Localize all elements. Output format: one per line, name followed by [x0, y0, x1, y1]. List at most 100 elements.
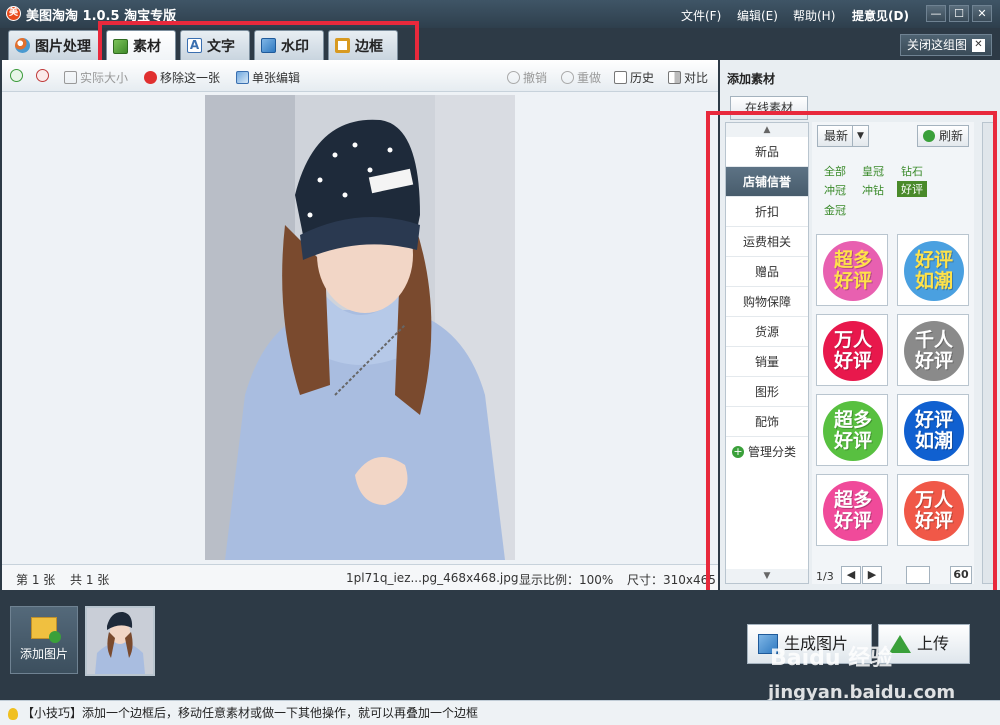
tag-good-review[interactable]: 好评 [897, 181, 927, 197]
category-shape[interactable]: 图形 [726, 377, 808, 407]
refresh-button[interactable]: 刷新 [917, 125, 969, 147]
edit-toolbar: 实际大小 移除这一张 单张编辑 撤销 重做 历史 对比 [2, 60, 718, 92]
category-new[interactable]: 新品 [726, 137, 808, 167]
tag-crown[interactable]: 皇冠 [862, 163, 884, 179]
tag-rush-diamond[interactable]: 冲钻 [862, 182, 884, 198]
watermark-icon [261, 38, 276, 53]
sticker-item[interactable]: 万人 好评 [816, 314, 888, 386]
single-edit-button[interactable]: 单张编辑 [236, 69, 300, 86]
prev-page-button[interactable]: ◀ [841, 566, 861, 584]
tab-bar: 图片处理 素材 A 文字 水印 边框 关闭这组图 ✕ [0, 28, 1000, 61]
tab-material[interactable]: 素材 [106, 30, 176, 61]
menu-edit[interactable]: 编辑(E) [737, 7, 778, 24]
status-index: 第 1 张 [16, 573, 56, 587]
minimize-button[interactable]: — [926, 5, 946, 22]
remove-button[interactable]: 移除这一张 [144, 69, 220, 86]
tag-all[interactable]: 全部 [824, 163, 846, 179]
redo-button[interactable]: 重做 [561, 69, 601, 86]
actual-size-button[interactable]: 实际大小 [64, 69, 128, 86]
remove-icon [144, 71, 157, 84]
panel-title: 添加素材 [727, 72, 776, 86]
sticker-item[interactable]: 千人 好评 [897, 314, 969, 386]
category-gift[interactable]: 赠品 [726, 257, 808, 287]
text-icon: A [187, 38, 202, 53]
panel-scrollbar[interactable] [982, 122, 994, 584]
scroll-up-icon[interactable]: ▲ [726, 123, 808, 137]
sticker-item[interactable]: 万人 好评 [897, 474, 969, 546]
tip-bar: 【小技巧】添加一个边框后，移动任意素材或做一下其他操作，就可以再叠加一个边框 [0, 700, 1000, 725]
status-zoom: 显示比例：100% [519, 573, 614, 587]
sticker-item[interactable]: 超多 好评 [816, 234, 888, 306]
sticker-badge: 好评 如潮 [904, 241, 964, 301]
tab-label: 图片处理 [35, 38, 91, 55]
window-controls: — ☐ ✕ [926, 5, 992, 22]
category-discount[interactable]: 折扣 [726, 197, 808, 227]
tab-label: 素材 [133, 39, 161, 55]
category-guarantee[interactable]: 购物保障 [726, 287, 808, 317]
category-store-credit[interactable]: 店铺信誉 [726, 167, 808, 197]
sticker-item[interactable]: 好评 如潮 [897, 234, 969, 306]
maximize-button[interactable]: ☐ [949, 5, 969, 22]
tab-frame[interactable]: 边框 [328, 30, 398, 60]
upload-label: 上传 [917, 634, 950, 653]
thumbnail-image [87, 608, 153, 674]
refresh-label: 刷新 [938, 129, 963, 143]
category-list: ▲ 新品 店铺信誉 折扣 运费相关 赠品 购物保障 货源 销量 图形 配饰 + … [725, 122, 809, 584]
photo-thumbnail[interactable] [85, 606, 155, 676]
add-photo-label: 添加图片 [19, 647, 68, 661]
status-filename: 1pl71q_iez...pg_468x468.jpg [346, 571, 519, 585]
sticker-badge: 超多 好评 [823, 401, 883, 461]
photo-illustration [205, 95, 515, 560]
undo-button[interactable]: 撤销 [507, 69, 547, 86]
tab-image-processing[interactable]: 图片处理 [8, 30, 100, 60]
tab-text[interactable]: A 文字 [180, 30, 250, 60]
folder-icon [31, 617, 61, 643]
category-source[interactable]: 货源 [726, 317, 808, 347]
actual-size-label: 实际大小 [80, 71, 129, 85]
manage-category-button[interactable]: + 管理分类 [726, 437, 808, 467]
sticker-badge: 万人 好评 [904, 481, 964, 541]
close-button[interactable]: ✕ [972, 5, 992, 22]
tag-gold-crown[interactable]: 金冠 [824, 202, 846, 218]
menu-feedback[interactable]: 提意见(D) [852, 7, 909, 24]
single-edit-label: 单张编辑 [252, 71, 301, 85]
next-page-button[interactable]: ▶ [862, 566, 882, 584]
sticker-item[interactable]: 超多 好评 [816, 394, 888, 466]
tag-rush-crown[interactable]: 冲冠 [824, 182, 846, 198]
status-bar: 第 1 张 共 1 张 1pl71q_iez...pg_468x468.jpg … [2, 564, 718, 590]
manage-category-label: 管理分类 [748, 445, 797, 459]
undo-label: 撤销 [523, 71, 548, 85]
menu-file[interactable]: 文件(F) [681, 7, 721, 24]
compare-button[interactable]: 对比 [668, 69, 708, 86]
tag-diamond[interactable]: 钻石 [901, 163, 923, 179]
close-group-button[interactable]: 关闭这组图 ✕ [899, 34, 992, 56]
image-canvas[interactable] [2, 92, 718, 564]
refresh-icon [923, 130, 935, 142]
category-shipping[interactable]: 运费相关 [726, 227, 808, 257]
sort-label: 最新 [824, 129, 849, 143]
category-accessory[interactable]: 配饰 [726, 407, 808, 437]
zoom-in-icon [10, 69, 23, 82]
chevron-left-icon: ◀ [846, 568, 856, 581]
zoom-out-button[interactable] [36, 69, 49, 82]
page-input[interactable] [906, 566, 930, 584]
sticker-item[interactable]: 好评 如潮 [897, 394, 969, 466]
scroll-down-icon[interactable]: ▼ [726, 569, 808, 583]
title-bar: 美 美图淘淘 1.0.5 淘宝专版 文件(F) 编辑(E) 帮助(H) 提意见(… [0, 0, 1000, 28]
sort-dropdown[interactable]: 最新 ▼ [817, 125, 869, 147]
zoom-in-button[interactable] [10, 69, 23, 82]
add-photo-button[interactable]: 添加图片 [10, 606, 78, 674]
history-button[interactable]: 历史 [614, 69, 654, 86]
sticker-item[interactable]: 超多 好评 [816, 474, 888, 546]
app-title: 美图淘淘 1.0.5 淘宝专版 [26, 9, 177, 24]
category-sales[interactable]: 销量 [726, 347, 808, 377]
menu-help[interactable]: 帮助(H) [793, 7, 835, 24]
chevron-down-icon: ▼ [852, 126, 868, 146]
tab-watermark[interactable]: 水印 [254, 30, 324, 60]
watermark-logo: Baidu 经验 [770, 646, 893, 671]
sticker-badge: 万人 好评 [823, 321, 883, 381]
online-material-button[interactable]: 在线素材 [730, 96, 808, 120]
history-label: 历史 [630, 71, 655, 85]
sticker-badge: 好评 如潮 [904, 401, 964, 461]
status-size: 尺寸：310x465 [627, 573, 716, 587]
